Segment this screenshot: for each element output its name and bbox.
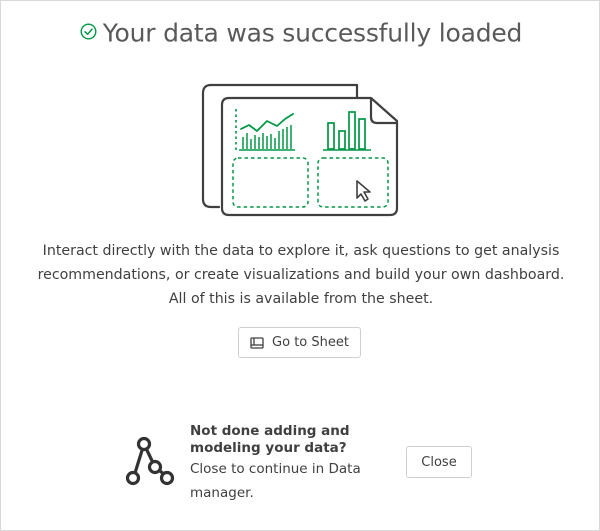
dialog-description: Interact directly with the data to explo…: [37, 243, 565, 307]
data-loaded-dialog: Your data was successfully loaded Intera…: [0, 0, 600, 531]
prompt-heading: Not done adding and modeling your data?: [190, 423, 350, 456]
dialog-title: Your data was successfully loaded: [102, 18, 523, 48]
sheet-icon: [250, 336, 264, 349]
check-circle-icon: [80, 17, 97, 46]
dialog-header: Your data was successfully loaded: [1, 17, 600, 48]
go-to-sheet-label: Go to Sheet: [272, 335, 349, 350]
prompt-subtext: Close to continue in Data manager.: [190, 461, 361, 501]
data-model-icon: [125, 435, 175, 487]
sheet-illustration-icon: [197, 81, 407, 221]
go-to-sheet-button[interactable]: Go to Sheet: [238, 327, 361, 358]
close-button[interactable]: Close: [406, 446, 472, 478]
